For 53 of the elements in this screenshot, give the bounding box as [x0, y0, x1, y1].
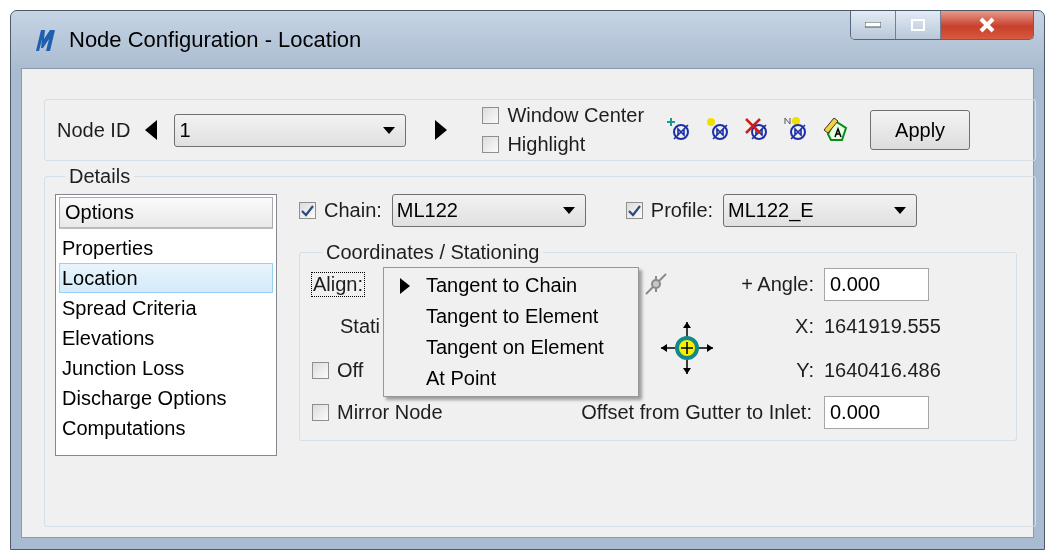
- dropdown[interactable]: 1: [174, 113, 407, 147]
- menu-item[interactable]: At Point: [426, 367, 497, 390]
- move-crosshair-icon[interactable]: [659, 320, 715, 376]
- apply-button[interactable]: Apply: [870, 110, 971, 150]
- checkbox[interactable]: [482, 107, 500, 124]
- checkbox-label: Mirror Node: [337, 400, 443, 424]
- menu-item[interactable]: Tangent to Chain: [426, 274, 578, 297]
- maximize-button[interactable]: [896, 11, 941, 39]
- dropdown-arrow-icon: [894, 207, 907, 214]
- angle-field[interactable]: 0.000: [824, 267, 929, 301]
- list-item[interactable]: Computations: [59, 413, 273, 443]
- checkbox[interactable]: [299, 202, 316, 219]
- close-icon: [978, 17, 996, 33]
- close-button[interactable]: [941, 11, 1033, 39]
- gutter-offset-label: Offset from Gutter to Inlet:: [581, 400, 812, 424]
- checkbox[interactable]: [625, 202, 643, 219]
- menu-item[interactable]: Tangent on Element: [426, 336, 604, 359]
- window-title: Node Configuration - Location: [69, 26, 362, 53]
- list-item[interactable]: Elevations: [59, 323, 273, 353]
- align-label: Align:: [312, 272, 365, 296]
- list-item[interactable]: Location: [59, 263, 273, 293]
- y-label: Y:: [796, 358, 814, 382]
- group-title: Coordinates / Stationing: [325, 241, 541, 264]
- checkbox-label: Chain:: [324, 199, 382, 222]
- node-id-label: Node ID: [57, 118, 131, 142]
- checkbox[interactable]: [312, 361, 329, 379]
- checkbox-label: Window Center: [507, 104, 645, 127]
- minimize-button[interactable]: [851, 11, 896, 39]
- y-value: 1640416.486: [824, 358, 942, 382]
- dropdown-arrow-icon: [562, 207, 575, 214]
- dropdown[interactable]: ML122_E: [723, 194, 918, 227]
- x-value: 1641919.555: [824, 314, 942, 338]
- list-item[interactable]: Properties: [59, 233, 273, 263]
- menu-item[interactable]: Tangent to Element: [426, 305, 599, 328]
- crossed-target-icon[interactable]: [644, 272, 668, 296]
- checkbox-label: Off: [337, 358, 364, 382]
- checkbox-label: Profile:: [650, 199, 714, 222]
- angle-label: + Angle:: [741, 272, 814, 296]
- list-item[interactable]: Discharge Options: [59, 383, 273, 413]
- minimize-icon: [865, 22, 881, 28]
- gutter-offset-field[interactable]: 0.000: [824, 395, 929, 429]
- checkbox-label: Highlight: [507, 133, 586, 156]
- group-title: Details: [68, 165, 132, 188]
- station-label: Stati: [340, 314, 381, 338]
- list-item[interactable]: Junction Loss: [59, 353, 273, 383]
- dropdown[interactable]: ML122: [391, 194, 586, 227]
- x-label: X:: [795, 314, 814, 338]
- checkbox[interactable]: [312, 403, 329, 421]
- maximize-icon: [911, 19, 925, 31]
- column-header: Options: [59, 197, 273, 229]
- checkbox[interactable]: [482, 136, 500, 153]
- list-item[interactable]: Spread Criteria: [59, 293, 273, 323]
- dropdown-arrow-icon: [383, 126, 396, 134]
